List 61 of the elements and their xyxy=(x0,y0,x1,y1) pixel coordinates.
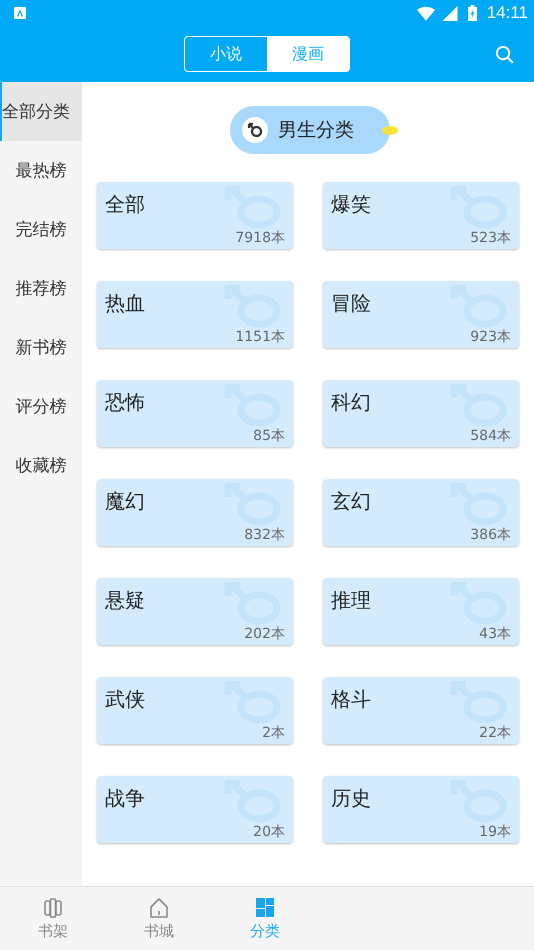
book-count: 7918本 xyxy=(235,229,285,247)
sidebar-item[interactable]: 评分榜 xyxy=(0,377,82,436)
sidebar-item[interactable]: 收藏榜 xyxy=(0,436,82,495)
sidebar-item[interactable]: 推荐榜 xyxy=(0,259,82,318)
book-count: 923本 xyxy=(470,328,511,346)
book-count: 20本 xyxy=(253,823,285,841)
category-name: 玄幻 xyxy=(331,489,371,513)
category-card[interactable]: 推理 43本 xyxy=(323,578,519,645)
book-count: 523本 xyxy=(470,229,511,247)
category-name: 格斗 xyxy=(331,687,371,711)
category-card[interactable]: 格斗 22本 xyxy=(323,677,519,744)
book-count: 2本 xyxy=(262,724,285,742)
app-notification-icon xyxy=(14,7,26,19)
wifi-icon xyxy=(416,6,435,20)
section-badge: 男生分类 xyxy=(230,106,390,154)
category-card[interactable]: 战争 20本 xyxy=(97,776,293,843)
category-card[interactable]: 冒险 923本 xyxy=(323,281,519,348)
category-name: 全部 xyxy=(105,192,145,216)
book-count: 1151本 xyxy=(235,328,285,346)
battery-icon xyxy=(468,5,477,21)
grid-icon xyxy=(253,896,277,920)
category-name: 武侠 xyxy=(105,687,145,711)
category-name: 爆笑 xyxy=(331,192,371,216)
category-card[interactable]: 历史 19本 xyxy=(323,776,519,843)
signal-icon xyxy=(440,6,459,20)
category-card[interactable]: 全部 7918本 xyxy=(97,182,293,249)
category-name: 历史 xyxy=(331,786,371,810)
book-count: 386本 xyxy=(470,526,511,544)
male-symbol-icon xyxy=(242,117,268,143)
sidebar-item[interactable]: 新书榜 xyxy=(0,318,82,377)
book-count: 832本 xyxy=(244,526,285,544)
category-name: 热血 xyxy=(105,291,145,315)
category-card[interactable]: 悬疑 202本 xyxy=(97,578,293,645)
category-card[interactable]: 玄幻 386本 xyxy=(323,479,519,546)
book-count: 22本 xyxy=(479,724,511,742)
house-icon xyxy=(147,896,171,920)
category-name: 冒险 xyxy=(331,291,371,315)
clock-time: 14:11 xyxy=(486,3,528,23)
category-name: 科幻 xyxy=(331,390,371,414)
indicator-dot xyxy=(382,126,398,134)
sidebar-item[interactable]: 最热榜 xyxy=(0,141,82,200)
category-card[interactable]: 武侠 2本 xyxy=(97,677,293,744)
category-name: 悬疑 xyxy=(105,588,145,612)
category-card[interactable]: 爆笑 523本 xyxy=(323,182,519,249)
sidebar-item[interactable]: 完结榜 xyxy=(0,200,82,259)
search-icon[interactable] xyxy=(495,45,514,64)
category-name: 战争 xyxy=(105,786,145,810)
category-card[interactable]: 恐怖 85本 xyxy=(97,380,293,447)
book-count: 43本 xyxy=(479,625,511,643)
category-name: 魔幻 xyxy=(105,489,145,513)
bookshelf-icon xyxy=(41,896,65,920)
book-count: 85本 xyxy=(253,427,285,445)
category-name: 推理 xyxy=(331,588,371,612)
book-count: 202本 xyxy=(244,625,285,643)
category-card[interactable]: 魔幻 832本 xyxy=(97,479,293,546)
book-count: 19本 xyxy=(479,823,511,841)
category-card[interactable]: 热血 1151本 xyxy=(97,281,293,348)
category-name: 恐怖 xyxy=(105,390,145,414)
book-count: 584本 xyxy=(470,427,511,445)
category-card[interactable]: 科幻 584本 xyxy=(323,380,519,447)
sidebar-item[interactable]: 全部分类 xyxy=(0,82,82,141)
